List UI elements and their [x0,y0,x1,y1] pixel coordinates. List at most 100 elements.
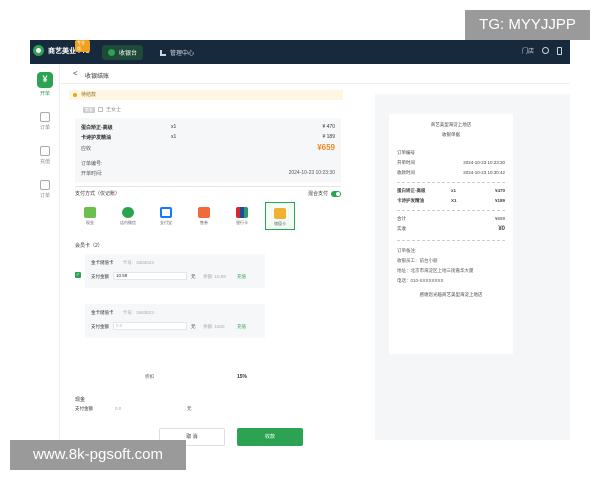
checkout-panel: 散客 王女士 蛋白矫正-高级 x1 ¥ 470 卡诗护发精油 x1 ¥ 189 … [69,104,349,446]
method-wechat[interactable]: 店内微信 [113,202,143,230]
receipt-pay-time: 收款时间 2024-10-23 10:30:42 [397,170,505,176]
receipt-subtotal-value: ¥659 [494,216,505,221]
item-name: 卡诗护发精油 [81,135,112,141]
method-bank-card[interactable]: 银行卡 [227,202,257,230]
order-time-label: 开单时间: [81,171,103,177]
method-coupon[interactable]: 售券 [189,202,219,230]
receipt-subtotal-label: 合计 [397,216,406,221]
member-tag: 散客 [83,106,95,113]
amount-label: 支付金额 [91,324,109,329]
order-item: 卡诗护发精油 x1 ¥ 189 [81,134,335,142]
method-cash[interactable]: 现金 [75,202,105,230]
tab-cashier-label: 收银台 [119,51,138,57]
mixed-payment-toggle[interactable] [331,190,341,197]
receipt-thanks: 感谢您光临商艺美型海淀上地店 [419,292,483,297]
method-label: 储值卡 [274,221,286,226]
member-checkbox[interactable] [98,107,103,112]
card-no-label: 卡号: [122,310,134,315]
page-title: 收银结账 [85,74,110,80]
payment-header: 支付方式（仅记账） 混合支付 [75,190,341,197]
receipt-open-time-value: 2024-10-23 10:23:30 [463,160,505,165]
tab-management[interactable]: 管理中心 [154,45,200,60]
main-content: < 收银结账 待结款 散客 王女士 蛋白矫正-高级 x1 ¥ 470 卡诗护发精… [61,64,570,446]
phone-icon[interactable] [557,46,562,55]
top-right-tools: 门店 [522,46,562,55]
order-item: 蛋白矫正-高级 x1 ¥ 470 [81,124,335,132]
receipt-store: 商艺美型海淀上地店 [430,122,472,127]
member-card: 金卡储值卡 卡号: 3463623 支付金额 0.0 元 余额: 1600 充值 [85,304,265,338]
receipt-paid: 实收 ¥0 [397,226,505,232]
sidebar-item-label: 订单 [39,193,50,199]
receipt-order-no: 订单编号 [397,150,505,156]
sidebar-item-billing[interactable]: 开单 [30,72,60,97]
method-label: 现金 [86,220,94,225]
receipt-title: 收银单据 [442,132,460,137]
cashier-icon [108,49,115,56]
member-card: 金卡储值卡 卡号: 3463623 支付金额 10.59 元 余额: 10.59… [85,254,265,288]
brand-logo-icon [33,45,44,56]
receipt-divider [397,210,505,211]
total-value: ¥659 [317,143,335,152]
card-amount-input[interactable]: 10.59 [113,272,187,280]
receipt-pay-time-value: 2024-10-23 10:30:42 [463,170,505,175]
tab-cashier[interactable]: 收银台 [102,45,144,60]
receipt-item-name: 蛋白矫正-高级 [397,188,426,193]
balance-label: 余额: [203,274,214,279]
card-name: 金卡储值卡 [91,310,114,315]
receipt-order-no-label: 订单编号 [397,150,415,155]
user-icon[interactable] [542,47,549,54]
card-checkbox[interactable]: ✓ [75,272,81,278]
card-amount-row: 支付金额 10.59 元 余额: 10.59 充值 [91,272,267,280]
receipt-item: 蛋白矫正-高级 x1 ¥470 [397,188,505,194]
receipt-note-label: 订单备注: [397,248,417,253]
card-amount-row: 支付金额 0.0 元 余额: 1600 充值 [91,322,267,330]
bank-card-icon [236,207,248,218]
method-label: 店内微信 [120,220,136,225]
method-label: 银行卡 [236,220,248,225]
stored-value-card-icon [274,208,286,219]
brand-badge: 专业版 [75,40,90,52]
method-alipay[interactable]: 支付宝 [151,202,181,230]
card-amount-input[interactable]: 0.0 [113,322,187,330]
card-title: 金卡储值卡 卡号: 3463623 [91,310,154,316]
method-stored-value[interactable]: 储值卡 [265,202,295,230]
cash-section-label: 现金 [75,397,86,403]
balance-label: 余额: [203,324,214,329]
wallet-icon [40,146,50,156]
member-name: 王女士 [106,107,122,113]
card-title: 金卡储值卡 卡号: 3463623 [91,260,154,266]
sidebar-item-label: 订单 [39,125,50,131]
receipt-open-time-label: 开单时间 [397,160,415,165]
card-balance: 余额: 1600 [203,324,225,330]
order-summary: 蛋白矫正-高级 x1 ¥ 470 卡诗护发精油 x1 ¥ 189 应收 ¥659… [75,118,341,182]
card-no-value: 3463623 [136,260,154,265]
yen-icon [37,72,53,88]
order-number: 订单编号: [81,160,335,167]
sidebar-item-order-list[interactable]: 订单 [30,180,60,199]
warning-dot-icon [73,93,77,97]
alipay-icon [160,207,172,218]
sidebar: 开单 订单 充值 订单 [30,64,60,440]
receipt-phone: 电话：010-XXXXXXXX [397,278,444,283]
status-notice: 待结款 [69,90,343,100]
cash-icon [84,207,96,218]
store-switch[interactable]: 门店 [522,46,534,55]
card-balance: 余额: 10.59 [203,274,226,280]
cash-amount-input[interactable]: 0.0 [115,406,121,411]
collect-payment-button[interactable]: 收款 [237,428,303,446]
sidebar-item-orders[interactable]: 订单 [30,112,60,131]
card-no-label: 卡号: [122,260,134,265]
order-no-label: 订单编号: [81,161,103,167]
balance-value: 10.59 [214,274,226,279]
back-icon[interactable]: < [73,69,78,78]
sidebar-item-recharge[interactable]: 充值 [30,146,60,165]
top-bar: 商艺美业 Pro 专业版 收银台 管理中心 门店 [30,40,570,64]
card-recharge-link[interactable]: 充值 [237,274,246,280]
method-label: 支付宝 [160,220,172,225]
balance-value: 1600 [214,324,225,329]
document-icon [40,180,50,190]
receipt-item-price: ¥470 [494,188,505,193]
order-time: 开单时间: 2024-10-23 10:23:30 [81,170,335,177]
app-window: 商艺美业 Pro 专业版 收银台 管理中心 门店 开单 订单 充值 [30,40,570,446]
card-recharge-link[interactable]: 充值 [237,324,246,330]
